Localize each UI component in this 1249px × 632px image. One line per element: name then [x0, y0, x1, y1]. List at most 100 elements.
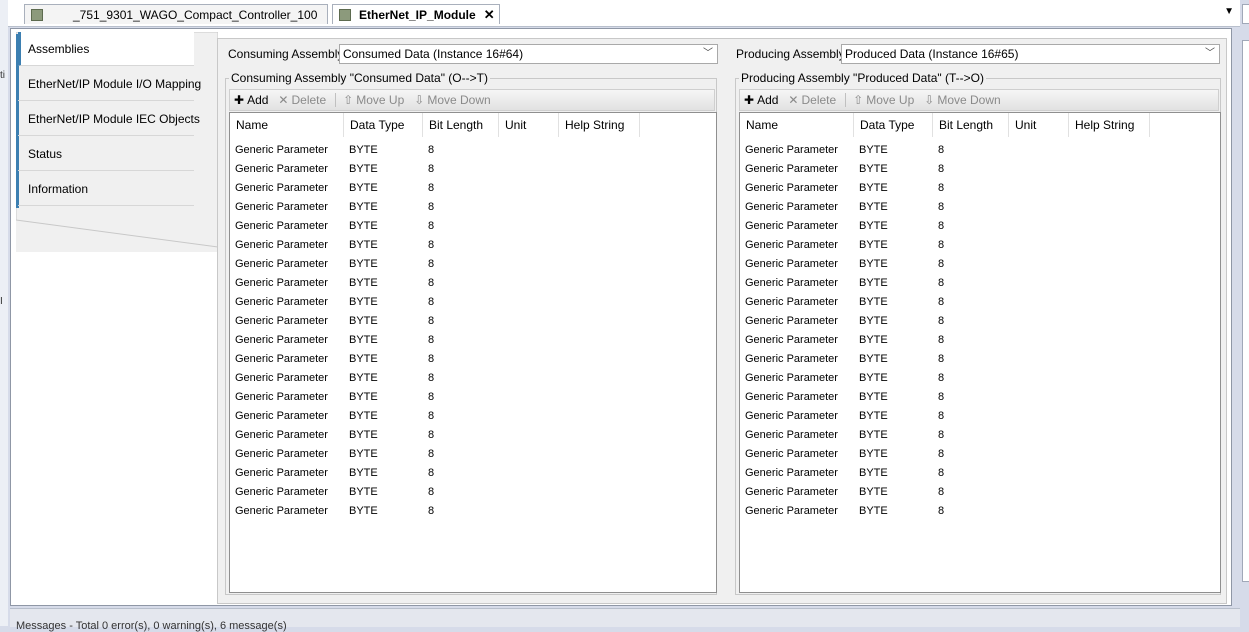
cell-data-type[interactable]: BYTE [854, 350, 888, 369]
cell-unit[interactable] [499, 236, 504, 255]
cell-unit[interactable] [499, 141, 504, 160]
cell-unit[interactable] [499, 502, 504, 521]
column-header-unit[interactable]: Unit [499, 113, 559, 137]
cell-unit[interactable] [499, 464, 504, 483]
column-header-help-string[interactable]: Help String [559, 113, 640, 137]
cell-bit-length[interactable]: 8 [423, 407, 434, 426]
cell-data-type[interactable]: BYTE [344, 198, 378, 217]
cell-unit[interactable] [499, 445, 504, 464]
cell-unit[interactable] [1009, 293, 1014, 312]
cell-name[interactable]: Generic Parameter [230, 445, 328, 464]
cell-name[interactable]: Generic Parameter [230, 141, 328, 160]
cell-bit-length[interactable]: 8 [423, 445, 434, 464]
cell-name[interactable]: Generic Parameter [740, 312, 838, 331]
cell-data-type[interactable]: BYTE [344, 464, 378, 483]
cell-data-type[interactable]: BYTE [344, 141, 378, 160]
producing-parameter-table[interactable]: Name Data Type Bit Length Unit Help Stri… [739, 112, 1221, 593]
sidebar-item-iec-objects[interactable]: EtherNet/IP Module IEC Objects [18, 102, 200, 136]
column-header-unit[interactable]: Unit [1009, 113, 1069, 137]
cell-unit[interactable] [1009, 388, 1014, 407]
cell-bit-length[interactable]: 8 [423, 350, 434, 369]
cell-data-type[interactable]: BYTE [344, 483, 378, 502]
cell-unit[interactable] [499, 160, 504, 179]
cell-bit-length[interactable]: 8 [933, 426, 944, 445]
cell-help[interactable] [1069, 464, 1074, 483]
sidebar-item-assemblies[interactable]: Assemblies [18, 32, 194, 66]
cell-bit-length[interactable]: 8 [933, 331, 944, 350]
table-row[interactable]: Generic Parameter BYTE 8 [230, 483, 716, 502]
cell-bit-length[interactable]: 8 [933, 217, 944, 236]
column-header-data-type[interactable]: Data Type [854, 113, 933, 137]
cell-help[interactable] [1069, 141, 1074, 160]
cell-help[interactable] [559, 312, 564, 331]
cell-unit[interactable] [499, 293, 504, 312]
consuming-move-down-button[interactable]: ⇩ Move Down [414, 93, 490, 107]
cell-name[interactable]: Generic Parameter [740, 369, 838, 388]
consuming-assembly-select[interactable]: Consumed Data (Instance 16#64) ﹀ [339, 44, 718, 64]
cell-name[interactable]: Generic Parameter [230, 312, 328, 331]
cell-unit[interactable] [1009, 217, 1014, 236]
table-row[interactable]: Generic Parameter BYTE 8 [230, 407, 716, 426]
cell-unit[interactable] [1009, 312, 1014, 331]
cell-unit[interactable] [499, 198, 504, 217]
cell-data-type[interactable]: BYTE [854, 217, 888, 236]
cell-bit-length[interactable]: 8 [933, 407, 944, 426]
cell-unit[interactable] [499, 426, 504, 445]
cell-help[interactable] [1069, 179, 1074, 198]
table-row[interactable]: Generic Parameter BYTE 8 [740, 312, 1220, 331]
column-header-help-string[interactable]: Help String [1069, 113, 1150, 137]
consuming-parameter-table[interactable]: Name Data Type Bit Length Unit Help Stri… [229, 112, 717, 593]
cell-unit[interactable] [499, 369, 504, 388]
cell-help[interactable] [559, 483, 564, 502]
table-row[interactable]: Generic Parameter BYTE 8 [230, 445, 716, 464]
table-row[interactable]: Generic Parameter BYTE 8 [740, 255, 1220, 274]
table-row[interactable]: Generic Parameter BYTE 8 [230, 293, 716, 312]
cell-unit[interactable] [499, 331, 504, 350]
cell-unit[interactable] [1009, 407, 1014, 426]
cell-name[interactable]: Generic Parameter [230, 293, 328, 312]
table-row[interactable]: Generic Parameter BYTE 8 [230, 350, 716, 369]
table-row[interactable]: Generic Parameter BYTE 8 [740, 160, 1220, 179]
table-row[interactable]: Generic Parameter BYTE 8 [740, 274, 1220, 293]
cell-bit-length[interactable]: 8 [933, 464, 944, 483]
cell-unit[interactable] [499, 312, 504, 331]
cell-data-type[interactable]: BYTE [854, 160, 888, 179]
cell-data-type[interactable]: BYTE [344, 274, 378, 293]
cell-unit[interactable] [1009, 179, 1014, 198]
cell-bit-length[interactable]: 8 [423, 483, 434, 502]
table-row[interactable]: Generic Parameter BYTE 8 [230, 141, 716, 160]
cell-name[interactable]: Generic Parameter [740, 483, 838, 502]
cell-unit[interactable] [1009, 369, 1014, 388]
column-header-name[interactable]: Name [740, 113, 854, 137]
cell-unit[interactable] [499, 274, 504, 293]
cell-name[interactable]: Generic Parameter [230, 236, 328, 255]
cell-help[interactable] [1069, 369, 1074, 388]
cell-name[interactable]: Generic Parameter [740, 274, 838, 293]
cell-help[interactable] [1069, 331, 1074, 350]
cell-data-type[interactable]: BYTE [344, 331, 378, 350]
table-row[interactable]: Generic Parameter BYTE 8 [740, 293, 1220, 312]
producing-add-button[interactable]: ✚ Add [744, 93, 778, 107]
cell-name[interactable]: Generic Parameter [740, 160, 838, 179]
cell-name[interactable]: Generic Parameter [230, 217, 328, 236]
cell-bit-length[interactable]: 8 [423, 331, 434, 350]
cell-data-type[interactable]: BYTE [344, 217, 378, 236]
tab-ethernet-ip-module[interactable]: EtherNet_IP_Module ✕ [332, 4, 500, 24]
table-row[interactable]: Generic Parameter BYTE 8 [740, 502, 1220, 521]
producing-move-up-button[interactable]: ⇧ Move Up [853, 93, 914, 107]
cell-unit[interactable] [1009, 445, 1014, 464]
table-row[interactable]: Generic Parameter BYTE 8 [740, 236, 1220, 255]
cell-bit-length[interactable]: 8 [933, 445, 944, 464]
cell-help[interactable] [1069, 217, 1074, 236]
producing-move-down-button[interactable]: ⇩ Move Down [924, 93, 1000, 107]
cell-help[interactable] [1069, 502, 1074, 521]
table-row[interactable]: Generic Parameter BYTE 8 [230, 274, 716, 293]
cell-data-type[interactable]: BYTE [344, 312, 378, 331]
table-row[interactable]: Generic Parameter BYTE 8 [740, 388, 1220, 407]
cell-help[interactable] [559, 198, 564, 217]
cell-bit-length[interactable]: 8 [933, 236, 944, 255]
cell-bit-length[interactable]: 8 [423, 160, 434, 179]
cell-data-type[interactable]: BYTE [854, 502, 888, 521]
consuming-add-button[interactable]: ✚ Add [234, 93, 268, 107]
cell-name[interactable]: Generic Parameter [740, 236, 838, 255]
